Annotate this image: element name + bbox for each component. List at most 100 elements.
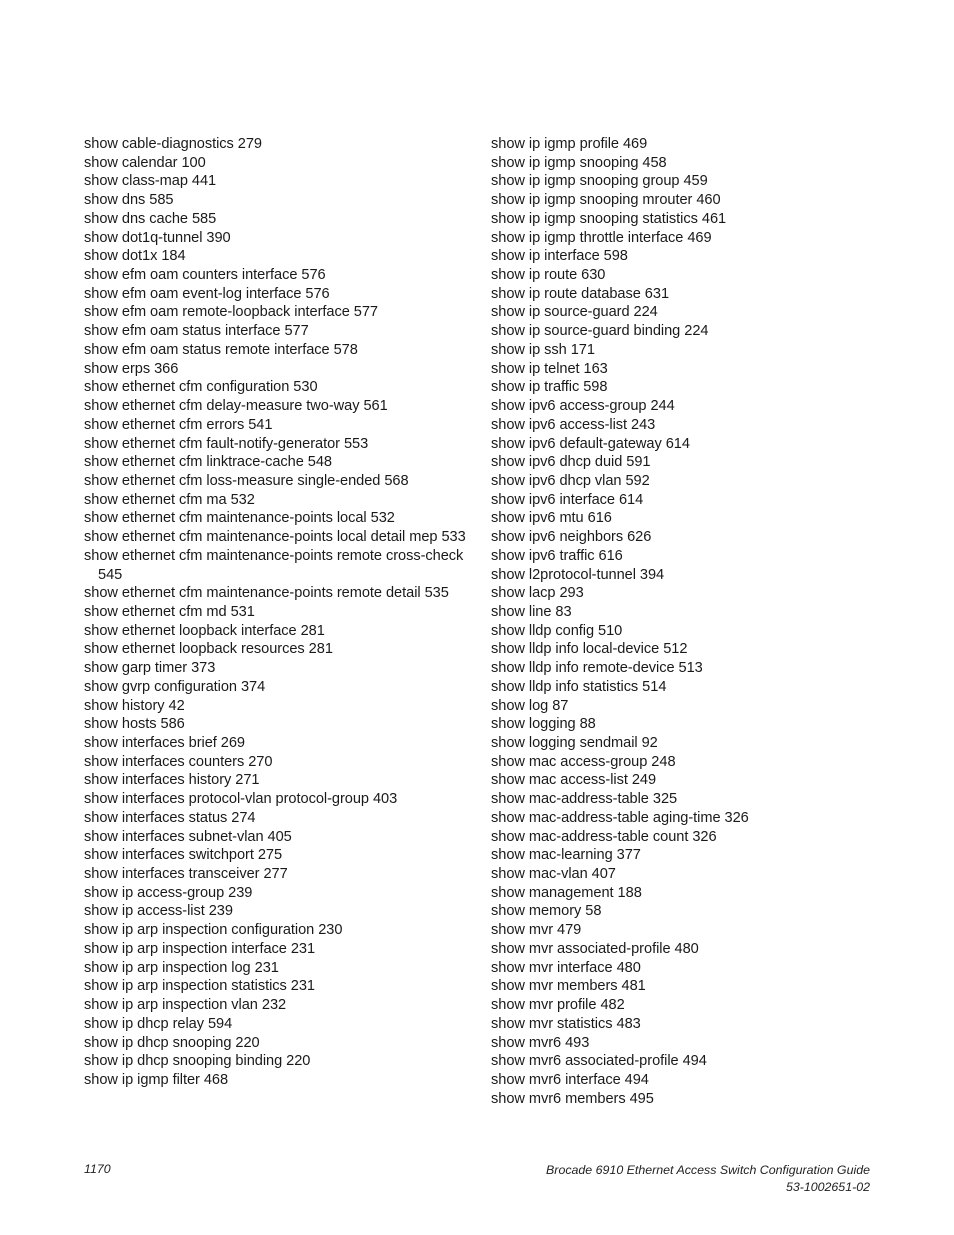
index-column-left: show cable-diagnostics 279 show calendar … [84, 135, 474, 1090]
index-entry: show ip dhcp snooping 220 [84, 1034, 260, 1051]
index-entry: show interfaces status 274 [84, 809, 256, 826]
index-entry: show interfaces history 271 [84, 772, 260, 789]
index-entry: show interfaces transceiver 277 [84, 866, 288, 883]
index-entry: show ip igmp throttle interface 469 [491, 229, 712, 246]
document-number: 53-1002651-02 [785, 1179, 870, 1194]
index-entry: show ipv6 dhcp duid 591 [491, 454, 651, 471]
index-entry: show ethernet cfm linktrace-cache 548 [84, 454, 332, 471]
index-entry: show ethernet cfm loss-measure single-en… [84, 472, 409, 489]
index-entry: show ipv6 neighbors 626 [491, 529, 652, 546]
index-entry: show mvr6 members 495 [491, 1090, 654, 1107]
index-entry: show mac-vlan 407 [491, 866, 616, 883]
index-entry: show ipv6 traffic 616 [491, 547, 623, 564]
index-entry: show ip telnet 163 [491, 360, 608, 377]
index-entry: show ethernet cfm maintenance-points rem… [84, 547, 464, 583]
index-entry: show ethernet loopback interface 281 [84, 622, 325, 639]
index-entry: show ip traffic 598 [491, 379, 608, 396]
index-entry: show ip igmp profile 469 [491, 136, 648, 152]
index-entry: show mvr 479 [491, 922, 582, 939]
index-entry: show mvr6 493 [491, 1034, 590, 1051]
footer-doc-info: Brocade 6910 Ethernet Access Switch Conf… [546, 1162, 870, 1195]
index-entry: show calendar 100 [84, 154, 206, 171]
index-entry: show mac access-list 249 [491, 772, 657, 789]
index-entry: show logging 88 [491, 716, 596, 733]
index-entry: show mvr associated-profile 480 [491, 940, 699, 957]
index-entry: show management 188 [491, 884, 642, 901]
index-entry: show ethernet cfm errors 541 [84, 416, 273, 433]
index-entry: show erps 366 [84, 360, 179, 377]
index-entry: show ipv6 default-gateway 614 [491, 435, 690, 452]
index-entry: show log 87 [491, 697, 569, 714]
index-column-right: show ip igmp profile 469 show ip igmp sno… [491, 135, 881, 1108]
index-entry: show ethernet cfm maintenance-points loc… [84, 529, 466, 546]
index-entry: show dot1x 184 [84, 248, 186, 265]
index-entry: show ip arp inspection interface 231 [84, 940, 316, 957]
index-entry: show ethernet cfm fault-notify-generator… [84, 435, 369, 452]
index-entry: show ip igmp snooping group 459 [491, 173, 708, 190]
index-entry: show ipv6 access-group 244 [491, 398, 675, 415]
index-entry: show ethernet cfm ma 532 [84, 491, 255, 508]
index-entry: show efm oam status interface 577 [84, 323, 309, 340]
index-entry: show ip interface 598 [491, 248, 628, 265]
index-entry: show mac-learning 377 [491, 847, 641, 864]
index-entry: show gvrp configuration 374 [84, 678, 266, 695]
index-entry: show mvr profile 482 [491, 997, 625, 1014]
index-entry: show memory 58 [491, 903, 602, 920]
index-entry: show ipv6 dhcp vlan 592 [491, 472, 650, 489]
index-entry: show ip igmp snooping mrouter 460 [491, 192, 721, 209]
index-entry: show mac-address-table 325 [491, 791, 678, 808]
index-entry: show ip access-list 239 [84, 903, 233, 920]
index-entry: show garp timer 373 [84, 660, 216, 677]
index-entry: show lldp info local-device 512 [491, 641, 688, 658]
index-entry: show lacp 293 [491, 585, 584, 602]
index-entry: show ip route database 631 [491, 285, 670, 302]
index-entry: show mvr6 associated-profile 494 [491, 1053, 707, 1070]
index-entry: show efm oam status remote interface 578 [84, 341, 358, 358]
index-entry: show ethernet cfm maintenance-points rem… [84, 585, 449, 602]
index-entry: show mac access-group 248 [491, 753, 676, 770]
document-title: Brocade 6910 Ethernet Access Switch Conf… [546, 1163, 870, 1177]
index-entry: show efm oam event-log interface 576 [84, 285, 330, 302]
index-entry: show mvr interface 480 [491, 959, 641, 976]
index-entry: show ethernet cfm maintenance-points loc… [84, 510, 395, 527]
index-entry: show ip dhcp relay 594 [84, 1015, 233, 1032]
index-entry: show ipv6 mtu 616 [491, 510, 612, 527]
index-entry: show line 83 [491, 603, 572, 620]
page-number: 1170 [84, 1162, 111, 1176]
index-entry: show ipv6 interface 614 [491, 491, 644, 508]
index-entry: show ethernet cfm delay-measure two-way … [84, 398, 388, 415]
index-entry: show lldp info statistics 514 [491, 678, 667, 695]
index-entry: show ip source-guard 224 [491, 304, 658, 321]
index-entry: show ip arp inspection log 231 [84, 959, 279, 976]
index-entry: show efm oam remote-loopback interface 5… [84, 304, 378, 321]
index-entry: show interfaces switchport 275 [84, 847, 283, 864]
index-entry: show ip source-guard binding 224 [491, 323, 709, 340]
index-entry: show lldp config 510 [491, 622, 623, 639]
index-entry: show ip arp inspection statistics 231 [84, 978, 315, 995]
index-entry: show l2protocol-tunnel 394 [491, 566, 665, 583]
index-entry: show history 42 [84, 697, 185, 714]
index-entry: show interfaces protocol-vlan protocol-g… [84, 791, 398, 808]
index-entry: show mvr6 interface 494 [491, 1071, 649, 1088]
index-entry: show ip igmp filter 468 [84, 1071, 229, 1088]
index-entry: show dns 585 [84, 192, 174, 209]
index-entry: show ip access-group 239 [84, 884, 253, 901]
index-entry: show ip arp inspection configuration 230 [84, 922, 343, 939]
index-entry: show ethernet cfm configuration 530 [84, 379, 318, 396]
index-entry: show mvr statistics 483 [491, 1015, 641, 1032]
index-entry: show cable-diagnostics 279 [84, 136, 262, 152]
index-entry: show ipv6 access-list 243 [491, 416, 656, 433]
index-entry: show mac-address-table aging-time 326 [491, 809, 749, 826]
index-entry: show interfaces subnet-vlan 405 [84, 828, 292, 845]
index-entry: show interfaces brief 269 [84, 735, 245, 751]
index-entry: show ip ssh 171 [491, 341, 595, 358]
index-entry: show dns cache 585 [84, 210, 217, 227]
index-entry: show efm oam counters interface 576 [84, 267, 326, 284]
index-entry: show ip arp inspection vlan 232 [84, 997, 287, 1014]
index-entry: show ip igmp snooping statistics 461 [491, 210, 727, 227]
index-entry: show hosts 586 [84, 716, 185, 733]
index-entry: show ethernet cfm md 531 [84, 603, 255, 620]
index-entry: show ip igmp snooping 458 [491, 154, 667, 171]
index-entry: show mac-address-table count 326 [491, 828, 717, 845]
index-entry: show interfaces counters 270 [84, 753, 273, 770]
